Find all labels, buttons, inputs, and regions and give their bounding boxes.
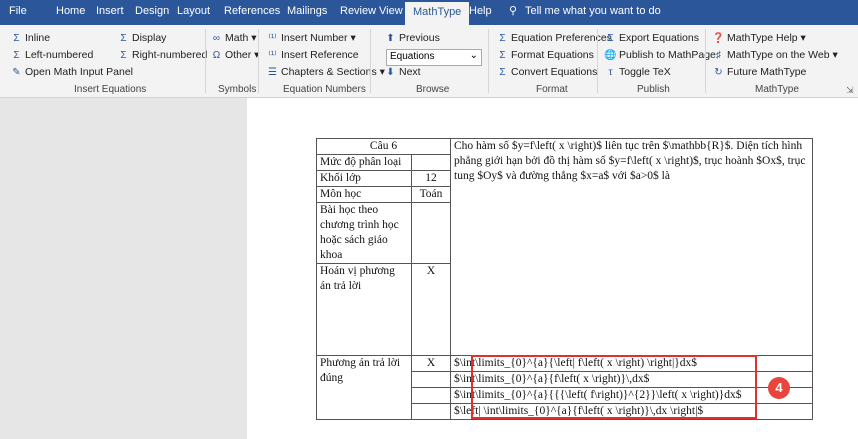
ribbon-tab-bar: File Home Insert Design Layout Reference… [0, 0, 858, 27]
tab-view[interactable]: View [379, 0, 403, 25]
tab-mathtype[interactable]: MathType [405, 0, 470, 27]
arrow-down-icon: ⬇ [386, 67, 395, 78]
dialog-launcher-icon[interactable]: ⇲ [846, 84, 854, 97]
group-divider [205, 29, 206, 93]
other-symbols-dropdown[interactable]: Ω Other ▾ [210, 49, 260, 62]
browse-combo-value: Equations [390, 51, 435, 62]
group-label-browse: Browse [416, 84, 450, 95]
tab-review[interactable]: Review [340, 0, 376, 25]
label-phuong-an: Phương án trả lời đúng [316, 355, 412, 420]
inline-button[interactable]: Σ Inline [10, 32, 50, 45]
group-label-equation-numbers: Equation Numbers [283, 84, 366, 95]
tab-help[interactable]: Help [469, 0, 492, 25]
preferences-icon: Σ [499, 33, 506, 44]
tab-design[interactable]: Design [135, 0, 169, 25]
open-math-input-panel-button[interactable]: ✎ Open Math Input Panel [10, 66, 133, 79]
omega-icon: Ω [212, 50, 221, 61]
publish-mathpage-button[interactable]: 🌐 Publish to MathPage [604, 49, 716, 62]
group-divider [258, 29, 259, 93]
answers-highlight-box [471, 355, 757, 419]
mathtype-help-button[interactable]: ❓ MathType Help ▾ [712, 32, 806, 45]
value-phuong-an-2[interactable] [411, 371, 451, 388]
question-text[interactable]: Cho hàm số $y=f\left( x \right)$ liên tụ… [450, 138, 813, 356]
insert-reference-button[interactable]: ⁽¹⁾ Insert Reference [266, 49, 358, 62]
tab-home[interactable]: Home [56, 0, 85, 25]
value-khoi-lop[interactable]: 12 [411, 170, 451, 187]
label-khoi-lop: Khối lớp [316, 170, 412, 187]
globe-icon: 🌐 [604, 50, 617, 61]
math-symbols-dropdown[interactable]: ∞ Math ▾ [210, 32, 257, 45]
browse-combo[interactable]: Equations ⌄ [386, 49, 482, 66]
refresh-icon: ↻ [714, 67, 723, 78]
value-phuong-an-4[interactable] [411, 403, 451, 420]
export-equations-button[interactable]: Σ Export Equations [604, 32, 699, 45]
tab-mailings[interactable]: Mailings [287, 0, 327, 25]
number-icon: ⁽¹⁾ [268, 33, 277, 44]
group-divider [370, 29, 371, 93]
next-button[interactable]: ⬇ Next [384, 66, 420, 79]
display-button[interactable]: Σ Display [117, 32, 166, 45]
format-equations-button[interactable]: Σ Format Equations [496, 49, 593, 62]
tex-icon: τ [608, 67, 613, 78]
group-divider [597, 29, 598, 93]
equation-preferences-button[interactable]: Σ Equation Preferences [496, 32, 612, 45]
sigma-icon: Σ [13, 33, 20, 44]
mathtype-ribbon: Σ Inline Σ Display Σ Left-numbered Σ Right-n… [0, 25, 858, 98]
value-phuong-an-1[interactable]: X [411, 355, 451, 372]
infinity-icon: ∞ [212, 33, 221, 44]
label-mon-hoc: Môn học [316, 186, 412, 203]
group-label-symbols: Symbols [218, 84, 257, 95]
list-icon: ☰ [268, 67, 277, 78]
tab-layout[interactable]: Layout [177, 0, 210, 25]
previous-button[interactable]: ⬆ Previous [384, 32, 440, 45]
group-label-publish: Publish [637, 84, 670, 95]
convert-icon: Σ [499, 67, 506, 78]
value-phuong-an-3[interactable] [411, 387, 451, 404]
tab-file[interactable]: File [9, 0, 27, 25]
reference-icon: ⁽¹⁾ [268, 50, 277, 61]
chevron-down-icon: ⌄ [469, 50, 478, 61]
sigma-icon: Σ [120, 50, 127, 61]
chapters-sections-dropdown[interactable]: ☰ Chapters & Sections ▾ [266, 66, 385, 79]
question-number: Câu 6 [316, 138, 451, 155]
insert-number-button[interactable]: ⁽¹⁾ Insert Number ▾ [266, 32, 355, 45]
format-icon: Σ [499, 50, 506, 61]
tab-insert[interactable]: Insert [96, 0, 124, 25]
step-badge: 4 [768, 377, 790, 399]
label-bai-hoc: Bài học theo chương trình học hoặc sách … [316, 202, 412, 264]
value-bai-hoc[interactable] [411, 202, 451, 264]
future-mathtype-button[interactable]: ↻ Future MathType [712, 66, 806, 79]
web-icon: ♯ [716, 50, 721, 61]
toggle-tex-button[interactable]: τ Toggle TeX [604, 66, 671, 79]
value-mon-hoc[interactable]: Toán [411, 186, 451, 203]
group-label-insert-equations: Insert Equations [74, 84, 147, 95]
help-icon: ❓ [712, 33, 725, 44]
group-divider [705, 29, 706, 93]
arrow-up-icon: ⬆ [386, 33, 395, 44]
group-divider [488, 29, 489, 93]
tab-references[interactable]: References [224, 0, 280, 25]
export-icon: Σ [607, 33, 614, 44]
group-label-format: Format [536, 84, 568, 95]
value-muc-do[interactable] [411, 154, 451, 171]
label-muc-do: Mức độ phân loại [316, 154, 412, 171]
lightbulb-icon: ⚲ [509, 5, 518, 17]
right-numbered-button[interactable]: Σ Right-numbered [117, 49, 207, 62]
convert-equations-button[interactable]: Σ Convert Equations [496, 66, 597, 79]
value-hoan-vi[interactable]: X [411, 263, 451, 356]
tell-me-search[interactable]: Tell me what you want to do [525, 0, 661, 25]
left-numbered-button[interactable]: Σ Left-numbered [10, 49, 93, 62]
pen-icon: ✎ [12, 67, 21, 78]
sigma-icon: Σ [13, 50, 20, 61]
mathtype-on-web-button[interactable]: ♯ MathType on the Web ▾ [712, 49, 838, 62]
group-label-mathtype: MathType [755, 84, 799, 95]
sigma-icon: Σ [120, 33, 127, 44]
label-hoan-vi: Hoán vị phương án trả lời [316, 263, 412, 356]
